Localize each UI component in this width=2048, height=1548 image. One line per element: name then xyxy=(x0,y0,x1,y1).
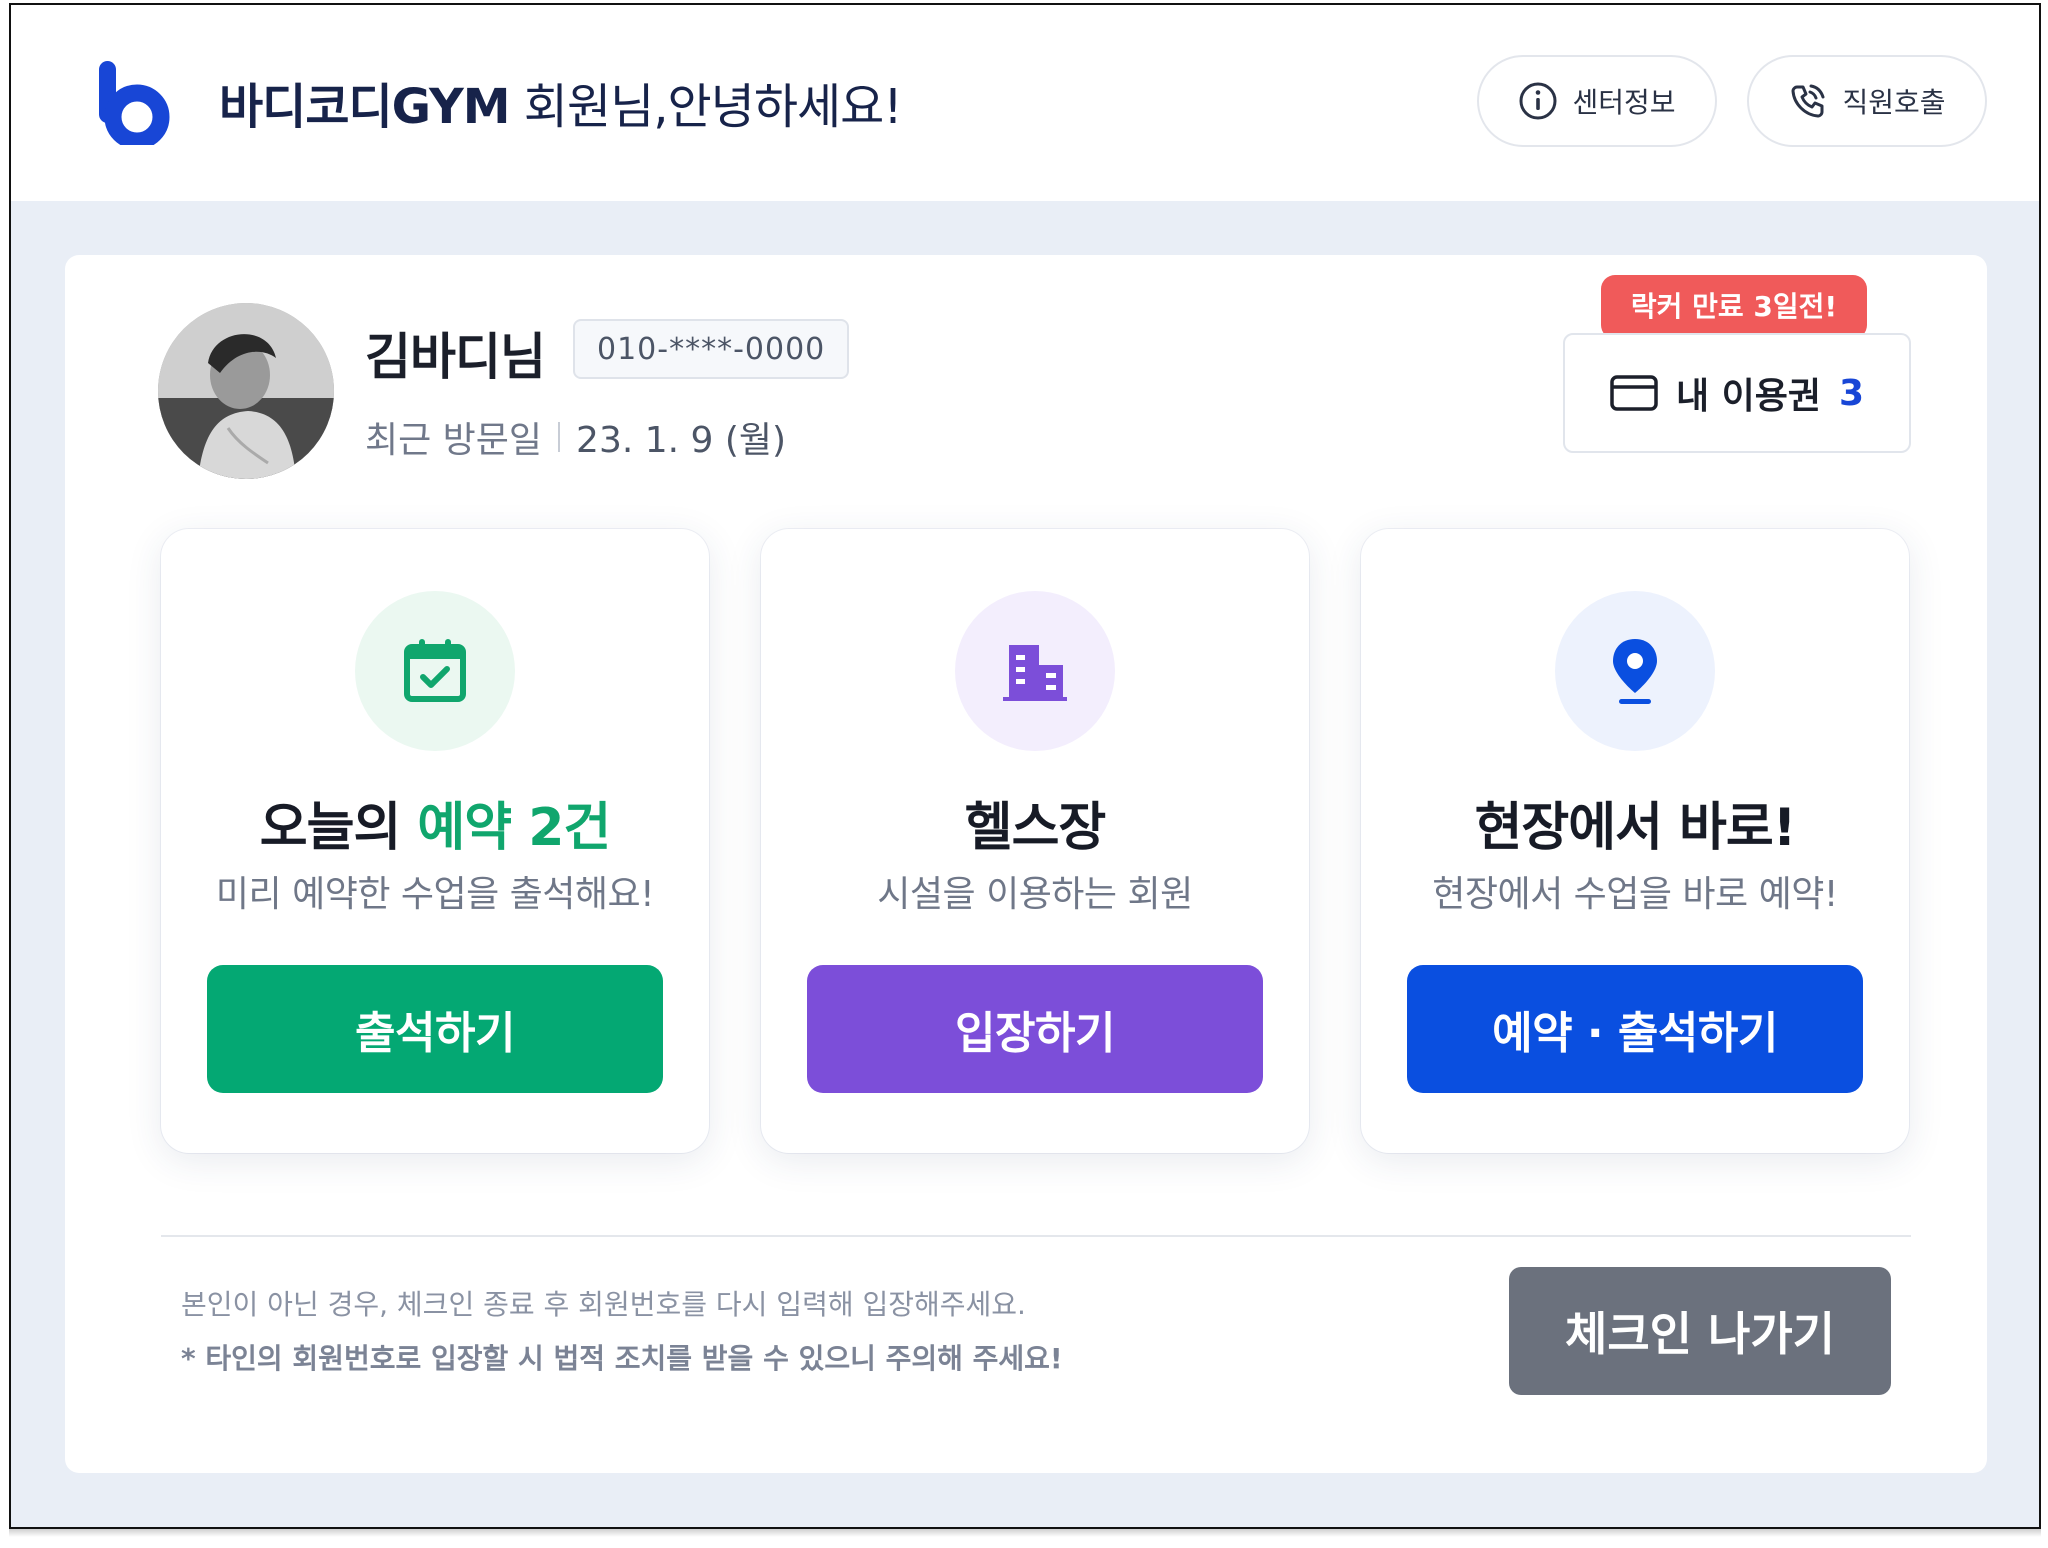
locker-expiry-alert: 락커 만료 3일전! xyxy=(1601,275,1867,351)
my-pass-label: 내 이용권 xyxy=(1675,376,1821,417)
member-photo-icon xyxy=(158,303,334,479)
walkin-card: 현장에서 바로! 현장에서 수업을 바로 예약! 예약 · 출석하기 xyxy=(1361,529,1909,1153)
member-name: 김바디님 xyxy=(365,328,546,386)
checkout-button[interactable]: 체크인 나가기 xyxy=(1509,1267,1891,1395)
reserve-attend-button[interactable]: 예약 · 출석하기 xyxy=(1407,965,1863,1093)
greeting-gym-name: 바디코디GYM xyxy=(219,79,511,135)
my-pass-button[interactable]: 내 이용권 3 xyxy=(1563,333,1911,453)
window-shadow xyxy=(9,1529,2041,1537)
warning-text: * 타인의 회원번호로 입장할 시 법적 조치를 받을 수 있으니 주의해 주세… xyxy=(181,1342,1063,1375)
info-icon xyxy=(1519,82,1557,120)
walkin-icon-circle xyxy=(1555,591,1715,751)
reservation-count: 예약 2건 xyxy=(417,798,611,858)
reservation-description: 미리 예약한 수업을 출석해요! xyxy=(215,874,655,915)
walkin-title: 현장에서 바로! xyxy=(1474,798,1797,858)
my-pass-count: 3 xyxy=(1838,372,1865,414)
call-staff-button[interactable]: 직원호출 xyxy=(1747,55,1987,147)
gym-card: 헬스장 시설을 이용하는 회원 입장하기 xyxy=(761,529,1309,1153)
reservation-title: 오늘의 예약 2건 xyxy=(161,785,709,860)
app-window: 바디코디GYM 회원님,안녕하세요! 센터정보 직원호출 김바디님 010-**… xyxy=(9,3,2041,1529)
reservation-icon-circle xyxy=(355,591,515,751)
last-visit: 최근 방문일 23. 1. 9 (월) xyxy=(365,411,786,463)
gym-icon-circle xyxy=(955,591,1115,751)
avatar xyxy=(158,303,334,479)
calendar-check-icon xyxy=(404,639,466,702)
card-icon xyxy=(1610,375,1658,411)
call-staff-label: 직원호출 xyxy=(1842,86,1946,119)
center-info-button[interactable]: 센터정보 xyxy=(1477,55,1717,147)
divider xyxy=(161,1235,1911,1237)
last-visit-label: 최근 방문일 xyxy=(365,420,543,461)
reservation-title-prefix: 오늘의 xyxy=(259,798,402,858)
phone-ringing-icon xyxy=(1791,84,1825,118)
location-pin-icon xyxy=(1613,639,1657,704)
header: 바디코디GYM 회원님,안녕하세요! 센터정보 직원호출 xyxy=(11,5,2039,201)
divider xyxy=(558,422,561,452)
center-info-label: 센터정보 xyxy=(1572,86,1676,119)
greeting-title: 바디코디GYM 회원님,안녕하세요! xyxy=(219,67,903,137)
last-visit-date: 23. 1. 9 (월) xyxy=(576,420,787,461)
greeting-message: 회원님,안녕하세요! xyxy=(523,79,903,135)
brand-logo-icon xyxy=(99,61,170,145)
attend-button[interactable]: 출석하기 xyxy=(207,965,663,1093)
member-phone: 010-****-0000 xyxy=(573,319,850,379)
reservation-card: 오늘의 예약 2건 미리 예약한 수업을 출석해요! 출석하기 xyxy=(161,529,709,1153)
walkin-description: 현장에서 수업을 바로 예약! xyxy=(1432,874,1838,915)
checkin-card: 김바디님 010-****-0000 최근 방문일 23. 1. 9 (월) 락… xyxy=(65,255,1987,1473)
notice-text: 본인이 아닌 경우, 체크인 종료 후 회원번호를 다시 입력해 입장해주세요. xyxy=(181,1288,1026,1321)
enter-button[interactable]: 입장하기 xyxy=(807,965,1263,1093)
gym-title: 헬스장 xyxy=(964,798,1107,858)
gym-description: 시설을 이용하는 회원 xyxy=(877,874,1193,915)
building-icon xyxy=(1003,645,1067,701)
